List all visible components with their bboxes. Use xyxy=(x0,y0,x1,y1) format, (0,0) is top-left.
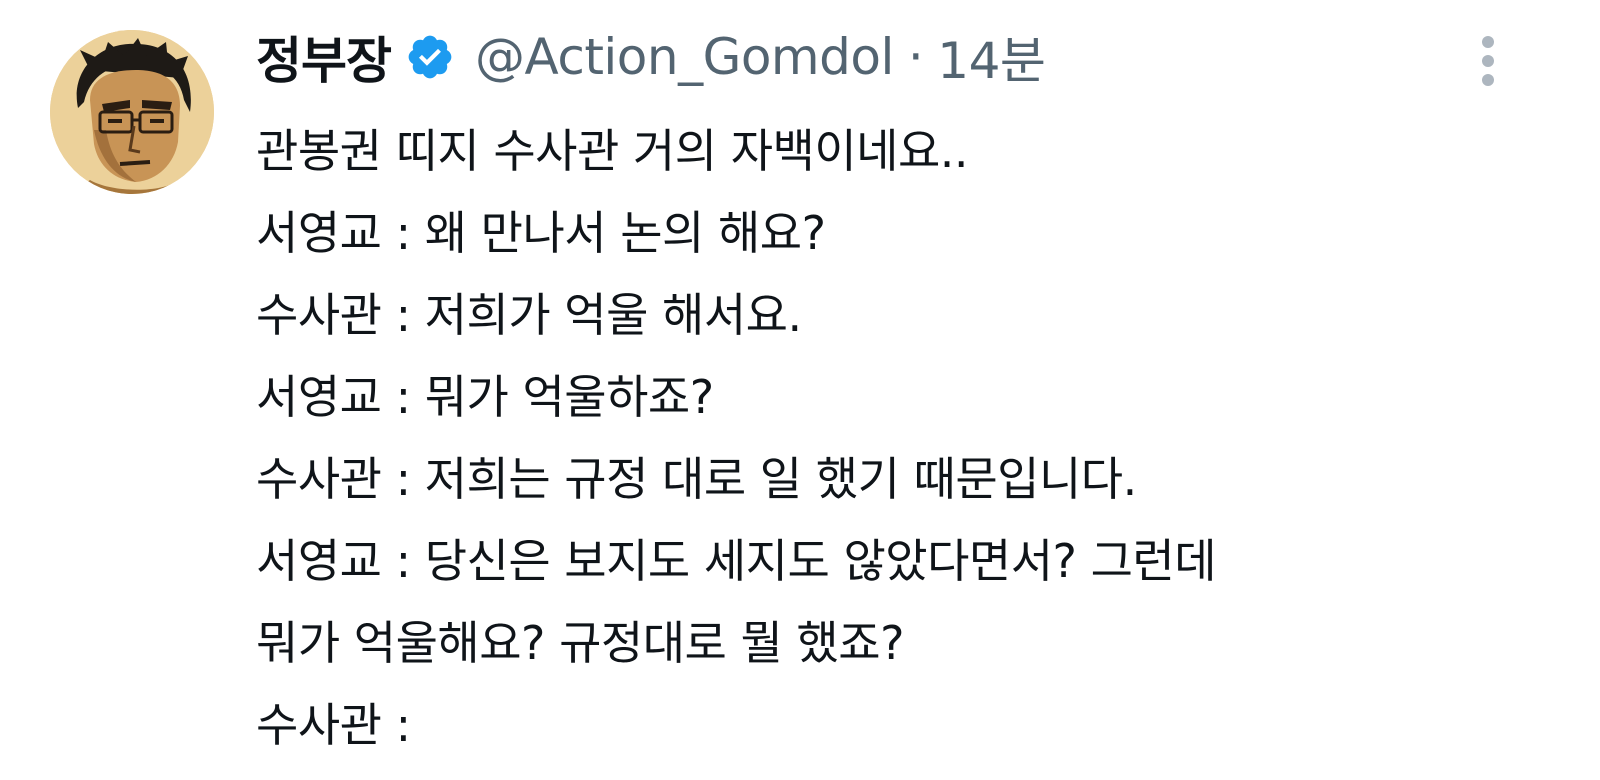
timestamp[interactable]: 14분 xyxy=(937,21,1046,93)
display-name[interactable]: 정부장 xyxy=(256,21,392,93)
more-options-icon[interactable] xyxy=(1468,26,1508,96)
tweet-line: 관봉권 띠지 수사관 거의 자백이네요.. xyxy=(256,124,969,178)
tweet-line: 수사관 : xyxy=(256,698,411,752)
header-separator: · xyxy=(907,28,924,86)
tweet-line: 서영교 : 뭐가 억울하죠? xyxy=(256,370,714,424)
tweet-line: 뭐가 억울해요? 규정대로 뭘 했죠? xyxy=(256,616,904,670)
more-dot xyxy=(1482,74,1494,86)
tweet-line: 수사관 : 저희가 억울 해서요. xyxy=(256,288,802,342)
tweet-line: 수사관 : 저희는 규정 대로 일 했기 때문입니다. xyxy=(256,452,1137,506)
tweet-header: 정부장 @Action_Gomdol · 14분 xyxy=(256,21,1046,93)
tweet: 정부장 @Action_Gomdol · 14분 관봉권 띠지 수사관 거의 자… xyxy=(0,0,1600,780)
user-handle[interactable]: @Action_Gomdol xyxy=(475,28,894,86)
tweet-line: 서영교 : 왜 만나서 논의 해요? xyxy=(256,206,826,260)
verified-badge-icon xyxy=(405,32,455,82)
avatar[interactable] xyxy=(50,30,214,194)
more-dot xyxy=(1482,55,1494,67)
tweet-text: 관봉권 띠지 수사관 거의 자백이네요.. 서영교 : 왜 만나서 논의 해요?… xyxy=(256,110,1556,766)
more-dot xyxy=(1482,36,1494,48)
tweet-line: 서영교 : 당신은 보지도 세지도 않았다면서? 그런데 xyxy=(256,534,1217,588)
